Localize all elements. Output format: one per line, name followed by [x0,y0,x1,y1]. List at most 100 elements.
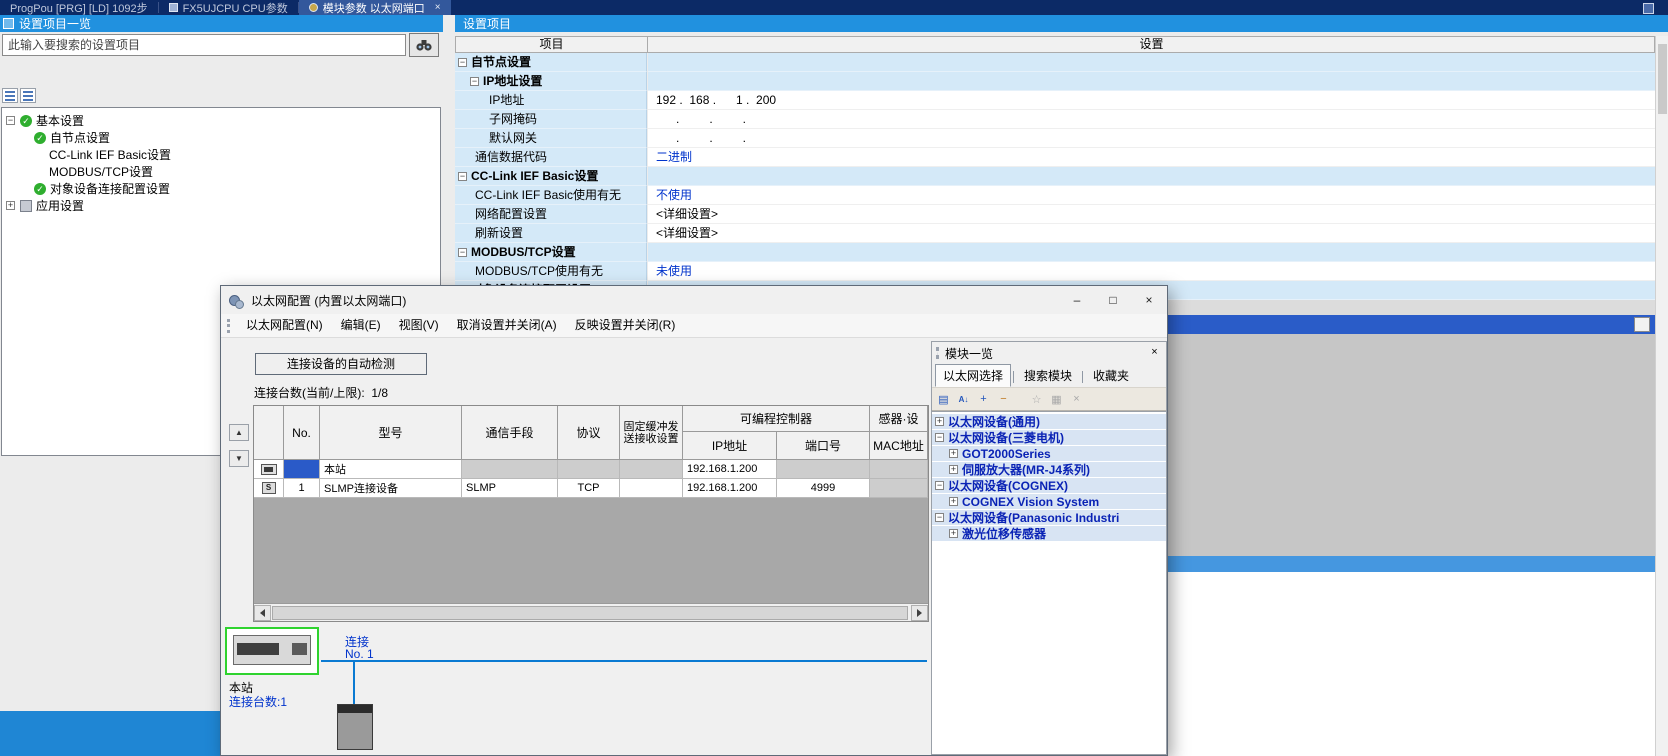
tab-module-parameter-ethernet[interactable]: 模块参数 以太网端口 × [299,0,451,15]
module-item-laser-sensor[interactable]: + 激光位移传感器 [932,526,1166,542]
collapse-icon[interactable]: − [6,116,15,125]
host-row-model-cell[interactable]: 本站 [320,460,462,479]
expand-icon[interactable]: + [935,417,944,426]
settings-row-default-gateway[interactable]: 默认网关 . . . [455,129,1655,148]
tree-view-icon[interactable] [20,88,36,103]
favorite-star-icon[interactable]: ☆ [1028,391,1045,408]
tab-close-icon[interactable]: × [435,3,441,13]
collapse-icon[interactable]: − [935,433,944,442]
tree-item-application-settings[interactable]: + 应用设置 [2,197,440,214]
detail-settings-button[interactable] [1634,317,1650,332]
value-cell[interactable]: 二进制 [648,148,1655,167]
settings-row-modbus-section[interactable]: −MODBUS/TCP设置 [455,243,1655,262]
value-cell[interactable]: . . . [648,129,1655,148]
dialog-title-bar[interactable]: 以太网配置 (内置以太网端口) – □ × [221,286,1167,314]
collapse-icon[interactable]: − [935,513,944,522]
value-cell[interactable]: <详细设置> [648,205,1655,224]
scroll-right-icon[interactable] [911,605,928,621]
settings-row-ip-settings[interactable]: −IP地址设置 [455,72,1655,91]
settings-row-subnet-mask[interactable]: 子网掩码 . . . [455,110,1655,129]
tree-item-modbus-tcp[interactable]: MODBUS/TCP设置 [2,163,440,180]
module-item-panasonic[interactable]: − 以太网设备(Panasonic Industri [932,510,1166,526]
search-button[interactable] [409,33,439,57]
maximize-icon[interactable]: □ [1095,286,1131,314]
settings-vertical-scrollbar[interactable] [1655,36,1668,756]
collapse-icon[interactable]: − [458,58,467,67]
slmp-row-no-cell[interactable]: 1 [284,479,320,498]
host-row-icon-cell[interactable] [254,460,284,479]
expand-icon[interactable]: + [949,449,958,458]
settings-row-cclink-use[interactable]: CC-Link IEF Basic使用有无 不使用 [455,186,1655,205]
settings-row-refresh-settings[interactable]: 刷新设置 <详细设置> [455,224,1655,243]
tab-progpou[interactable]: ProgPou [PRG] [LD] 1092步 [0,0,158,15]
module-list-title-bar[interactable]: 模块一览 × [932,342,1166,364]
close-icon[interactable]: × [1131,286,1167,314]
host-row-no-cell[interactable] [284,460,320,479]
slmp-row-model-cell[interactable]: SLMP连接设备 [320,479,462,498]
window-restore-icon[interactable] [1643,3,1654,14]
module-item-servo-mrj4[interactable]: + 伺服放大器(MR-J4系列) [932,462,1166,478]
move-down-button[interactable]: ▼ [229,450,249,467]
menu-reflect-and-close[interactable]: 反映设置并关闭(R) [566,314,685,337]
slmp-row-comm-cell[interactable]: SLMP [462,479,558,498]
settings-row-modbus-use[interactable]: MODBUS/TCP使用有无 未使用 [455,262,1655,281]
menu-edit[interactable]: 编辑(E) [332,314,390,337]
collapse-all-icon[interactable]: − [995,391,1012,408]
sort-grid-icon[interactable]: ▤ [935,391,952,408]
scrollbar-thumb[interactable] [272,606,908,620]
slmp-row-icon-cell[interactable]: S [254,479,284,498]
value-cell[interactable]: 未使用 [648,262,1655,281]
menu-view[interactable]: 视图(V) [390,314,448,337]
collapse-icon[interactable]: − [458,172,467,181]
slmp-row-port-cell[interactable]: 4999 [777,479,870,498]
collapse-icon[interactable]: − [458,248,467,257]
module-item-mitsubishi[interactable]: − 以太网设备(三菱电机) [932,430,1166,446]
settings-row-cclink-section[interactable]: −CC-Link IEF Basic设置 [455,167,1655,186]
expand-icon[interactable]: + [6,201,15,210]
slmp-connected-device[interactable] [337,704,373,750]
module-item-cognex[interactable]: − 以太网设备(COGNEX) [932,478,1166,494]
slmp-row-protocol-cell[interactable]: TCP [558,479,620,498]
tab-favorites[interactable]: 收藏夹 [1085,364,1137,387]
expand-icon[interactable]: + [949,497,958,506]
expand-icon[interactable]: + [949,465,958,474]
list-view-icon[interactable] [2,88,18,103]
table-horizontal-scrollbar[interactable] [254,603,928,621]
module-item-got2000[interactable]: + GOT2000Series [932,446,1166,462]
value-cell[interactable]: . . . [648,110,1655,129]
close-icon[interactable]: × [1147,345,1162,360]
sort-az-icon[interactable]: A↓ [955,391,972,408]
host-row-ip-cell[interactable]: 192.168.1.200 [683,460,777,479]
module-item-cognex-vision[interactable]: + COGNEX Vision System [932,494,1166,510]
search-input[interactable] [2,34,406,56]
tab-search-module[interactable]: 搜索模块 [1016,364,1080,387]
move-up-button[interactable]: ▲ [229,424,249,441]
tree-item-own-node[interactable]: ✓ 自节点设置 [2,129,440,146]
expand-icon[interactable]: + [949,529,958,538]
slmp-row-buffer-cell[interactable] [620,479,683,498]
menu-cancel-and-close[interactable]: 取消设置并关闭(A) [448,314,566,337]
favorite-delete-icon[interactable]: × [1068,391,1085,408]
host-station-device[interactable] [225,627,319,675]
minimize-icon[interactable]: – [1059,286,1095,314]
settings-row-ip-address[interactable]: IP地址 192 . 168 . 1 . 200 [455,91,1655,110]
value-cell[interactable]: 不使用 [648,186,1655,205]
collapse-icon[interactable]: − [470,77,479,86]
settings-row-network-config[interactable]: 网络配置设置 <详细设置> [455,205,1655,224]
tree-item-external-device-config[interactable]: ✓ 对象设备连接配置设置 [2,180,440,197]
favorite-add-icon[interactable]: ▦ [1048,391,1065,408]
scroll-left-icon[interactable] [254,605,271,621]
tab-ethernet-selection[interactable]: 以太网选择 [935,364,1011,387]
collapse-icon[interactable]: − [935,481,944,490]
menu-ethernet-config[interactable]: 以太网配置(N) [237,314,332,337]
auto-detect-button[interactable]: 连接设备的自动检测 [255,353,427,375]
tab-cpu-parameter[interactable]: FX5UJCPU CPU参数 [159,0,298,15]
value-cell[interactable]: <详细设置> [648,224,1655,243]
module-item-generic[interactable]: + 以太网设备(通用) [932,414,1166,430]
expand-all-icon[interactable]: + [975,391,992,408]
settings-row-comm-data-code[interactable]: 通信数据代码 二进制 [455,148,1655,167]
tree-item-cclink-ief-basic[interactable]: CC-Link IEF Basic设置 [2,146,440,163]
scrollbar-thumb[interactable] [1658,44,1667,114]
tree-item-basic-settings[interactable]: − ✓ 基本设置 [2,112,440,129]
settings-row-own-node[interactable]: −自节点设置 [455,53,1655,72]
